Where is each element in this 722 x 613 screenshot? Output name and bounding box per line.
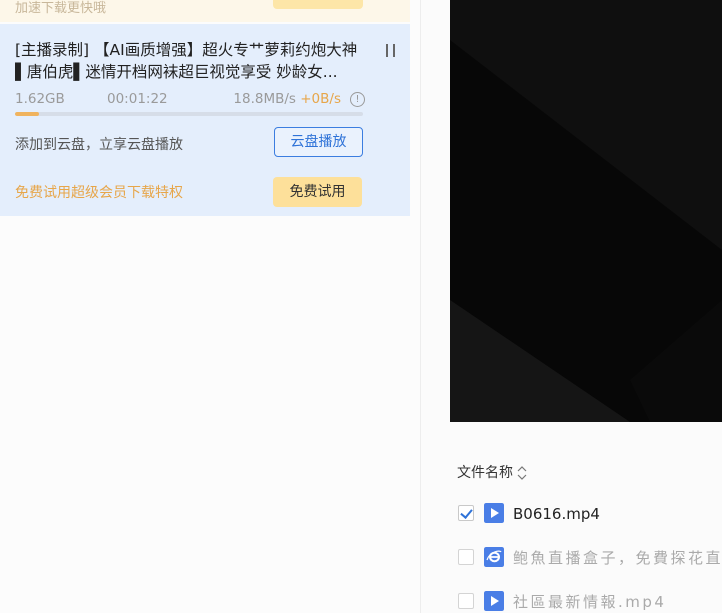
task-title: [主播录制] 【AI画质增强】超火专艹萝莉约炮大神▌唐伯虎▌迷情开档网袜超巨视觉…	[15, 41, 358, 81]
file-checkbox[interactable]	[458, 505, 474, 521]
progress-bar	[15, 112, 363, 116]
cloud-promo-text: 添加到云盘，立享云盘播放	[15, 137, 183, 153]
file-checkbox[interactable]	[458, 593, 474, 609]
previous-task-card[interactable]: 加速下载更快哦	[0, 0, 410, 22]
video-file-icon	[484, 503, 504, 523]
task-list-panel: 加速下载更快哦 [主播录制] 【AI画质增强】超火专艹萝莉约炮大神▌唐伯虎▌迷情…	[0, 0, 421, 613]
vip-promo-text: 免费试用超级会员下载特权	[15, 185, 183, 201]
column-header-label: 文件名称	[457, 465, 513, 481]
detail-panel: 文件名称 B0616.mp4 鲍魚直播盒子，免費探花直 社區最新情報.mp4	[421, 0, 722, 613]
previous-task-tip: 加速下载更快哦	[15, 1, 107, 16]
file-checkbox[interactable]	[458, 549, 474, 565]
column-header-filename[interactable]: 文件名称	[457, 462, 527, 482]
cloud-play-button[interactable]: 云盘播放	[274, 127, 363, 157]
video-preview[interactable]	[450, 0, 722, 422]
file-name: B0616.mp4	[513, 505, 600, 523]
task-speed: 18.8MB/s +0B/s	[233, 91, 341, 107]
checkmark-icon	[460, 506, 473, 519]
progress-fill	[15, 112, 40, 116]
info-icon[interactable]: !	[350, 92, 365, 107]
task-meta-row: 1.62GB 00:01:22 18.8MB/s +0B/s !	[15, 91, 365, 109]
file-name: 社區最新情報.mp4	[513, 593, 667, 611]
video-frame-icon	[450, 0, 722, 422]
task-size: 1.62GB	[15, 91, 65, 107]
file-name: 鲍魚直播盒子，免費探花直	[513, 549, 722, 567]
ie-link-file-icon	[484, 547, 504, 567]
file-row[interactable]: 社區最新情報.mp4	[458, 591, 722, 613]
download-task-card[interactable]: [主播录制] 【AI画质增强】超火专艹萝莉约炮大神▌唐伯虎▌迷情开档网袜超巨视觉…	[0, 24, 410, 216]
free-trial-button[interactable]: 免费试用	[273, 177, 362, 207]
pause-icon[interactable]	[384, 44, 397, 58]
task-elapsed-time: 00:01:22	[107, 91, 168, 107]
video-file-icon	[484, 591, 504, 611]
file-row[interactable]: B0616.mp4	[458, 503, 722, 525]
download-speed: 18.8MB/s	[233, 91, 296, 107]
boost-speed: +0B/s	[300, 91, 341, 107]
previous-task-button[interactable]	[273, 0, 363, 9]
sort-icon	[517, 466, 527, 480]
file-row[interactable]: 鲍魚直播盒子，免費探花直	[458, 547, 722, 569]
download-manager-window: 加速下载更快哦 [主播录制] 【AI画质增强】超火专艹萝莉约炮大神▌唐伯虎▌迷情…	[0, 0, 722, 613]
